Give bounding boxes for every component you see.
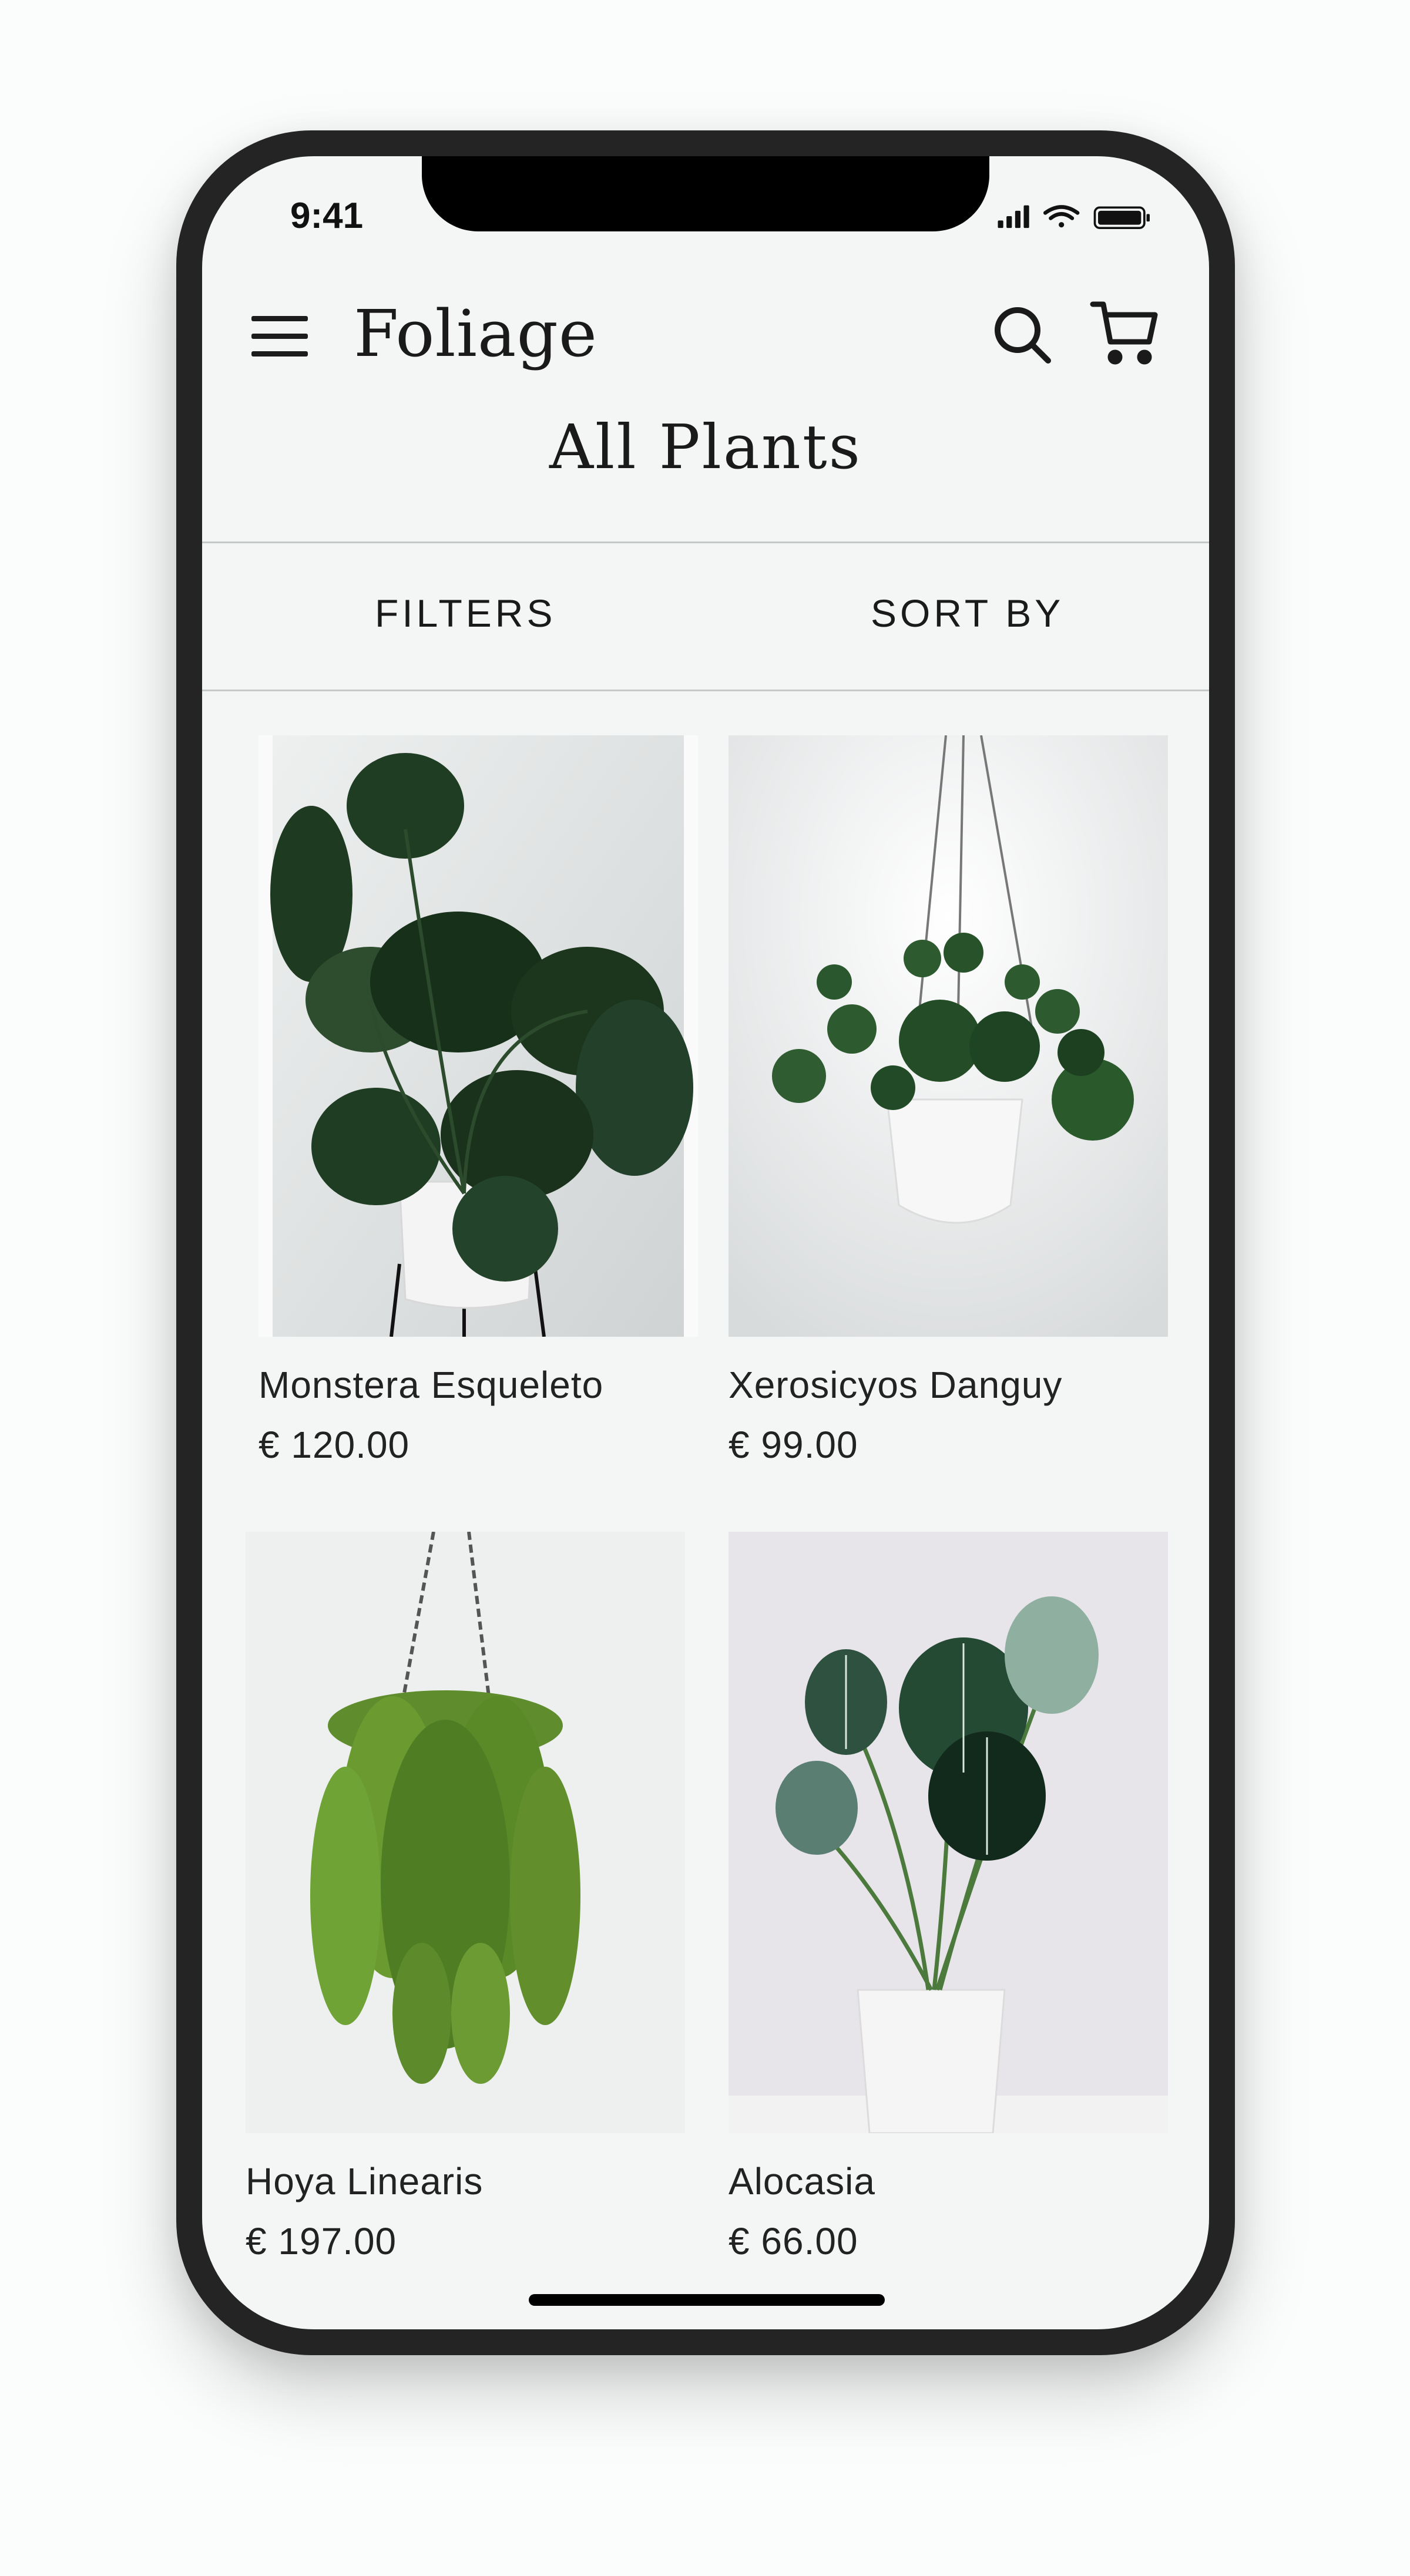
divider-top xyxy=(202,542,1209,543)
product-price: € 66.00 xyxy=(728,2220,858,2262)
sort-by-button[interactable]: SORT BY xyxy=(871,591,1064,635)
product-price: € 99.00 xyxy=(728,1424,858,1466)
product-name[interactable]: Hoya Linearis xyxy=(246,2160,685,2203)
product-price: € 197.00 xyxy=(246,2220,397,2262)
product-image-hoya[interactable] xyxy=(246,1531,685,2133)
status-time: 9:41 xyxy=(290,196,364,236)
product-card[interactable]: Alocasia € 66.00 xyxy=(728,1532,1168,2263)
home-indicator[interactable] xyxy=(529,2294,885,2306)
hamburger-icon xyxy=(251,316,308,321)
cart-button[interactable] xyxy=(1089,300,1160,368)
product-name[interactable]: Xerosicyos Danguy xyxy=(728,1363,1168,1407)
status-icons xyxy=(998,205,1150,229)
signal-icon xyxy=(998,205,1029,228)
brand-logo[interactable]: Foliage xyxy=(354,296,597,371)
page-title: All Plants xyxy=(549,411,862,483)
product-image-monstera[interactable] xyxy=(258,735,698,1337)
product-card[interactable]: Hoya Linearis € 197.00 xyxy=(246,1531,685,2263)
divider-bottom xyxy=(202,690,1209,691)
search-button[interactable] xyxy=(989,302,1054,366)
cart-icon xyxy=(1090,301,1158,365)
search-icon xyxy=(995,307,1051,364)
product-name[interactable]: Monstera Esqueleto xyxy=(258,1363,698,1407)
filters-button[interactable]: FILTERS xyxy=(375,591,556,635)
product-name[interactable]: Alocasia xyxy=(728,2160,1168,2203)
product-image-xerosicyos[interactable] xyxy=(728,735,1168,1337)
menu-button[interactable] xyxy=(251,316,308,357)
battery-icon xyxy=(1093,206,1150,229)
product-image-alocasia[interactable] xyxy=(728,1532,1168,2134)
notch xyxy=(422,156,989,231)
product-card[interactable]: Xerosicyos Danguy € 99.00 xyxy=(728,735,1168,1467)
product-price: € 120.00 xyxy=(258,1424,410,1466)
wifi-icon xyxy=(1043,205,1080,228)
app-screen: 9:41 Foliage All Plants FILTERS SORT BY … xyxy=(202,156,1209,2329)
product-card[interactable]: Monstera Esqueleto € 120.00 xyxy=(258,735,698,1467)
